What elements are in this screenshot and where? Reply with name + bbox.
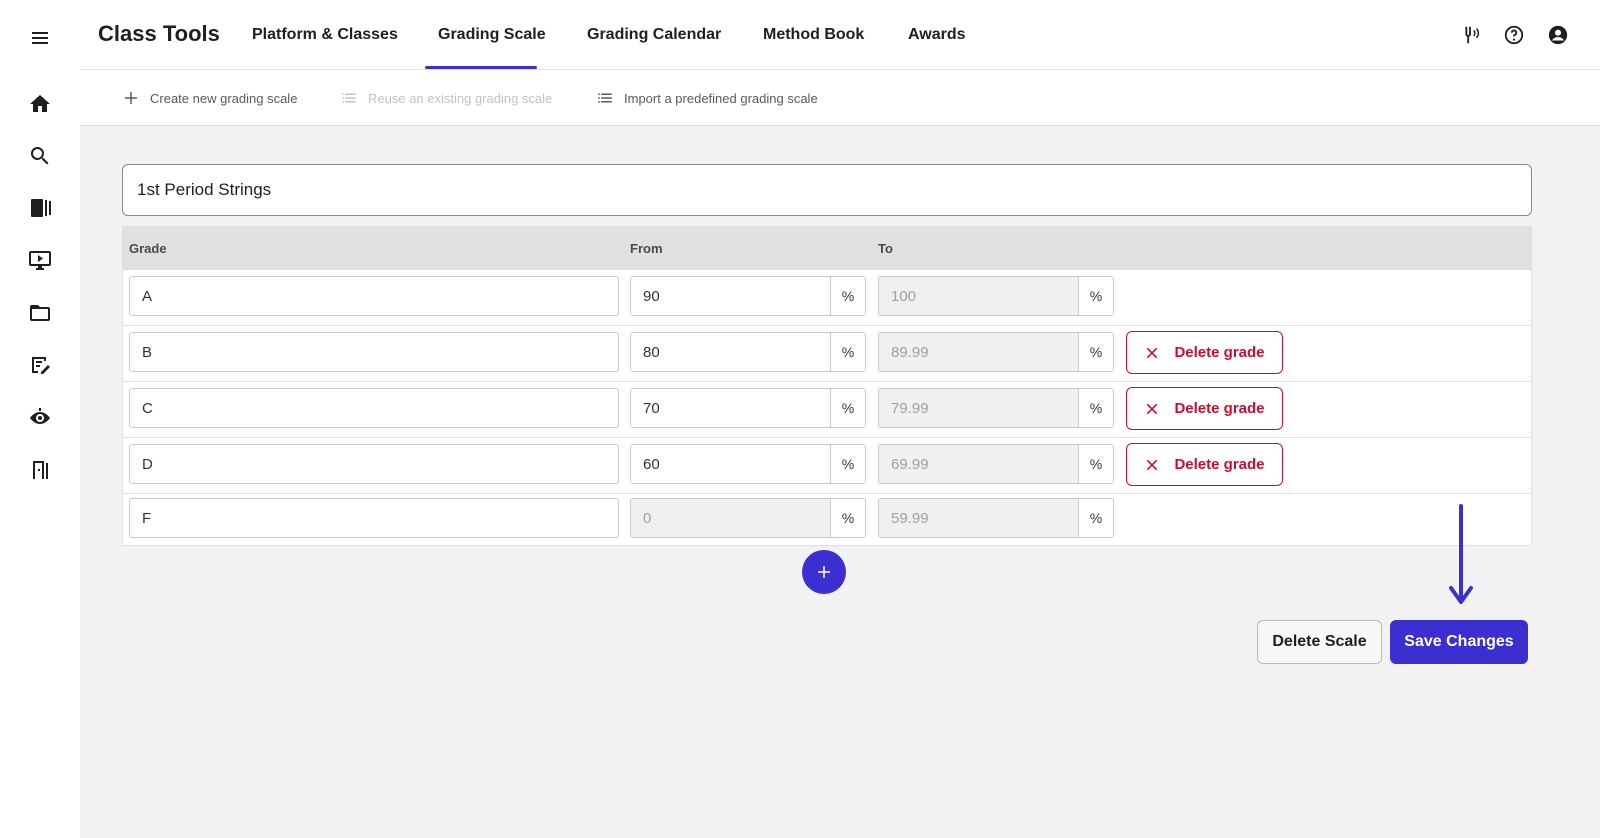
folder-icon[interactable] [22, 295, 58, 331]
tab-method-book[interactable]: Method Book [763, 26, 864, 44]
video-icon[interactable] [22, 242, 58, 278]
create-grading-scale-label: Create new grading scale [150, 90, 298, 106]
percent-suffix: % [1078, 276, 1114, 316]
delete-scale-button[interactable]: Delete Scale [1257, 620, 1382, 664]
tuning-fork-icon[interactable] [1457, 22, 1483, 48]
table-row: % % Delete grade [122, 438, 1532, 494]
grade-table: Grade From To % % % % De [122, 226, 1532, 546]
left-rail [0, 0, 80, 838]
percent-suffix: % [830, 276, 866, 316]
import-grading-scale-button[interactable]: Import a predefined grading scale [596, 89, 818, 107]
table-row: % % [122, 270, 1532, 326]
table-header: Grade From To [122, 226, 1532, 270]
grade-name-input[interactable] [129, 444, 619, 484]
search-icon[interactable] [22, 138, 58, 174]
percent-suffix: % [1078, 498, 1114, 538]
delete-grade-label: Delete grade [1174, 344, 1265, 361]
grade-from-input[interactable] [630, 276, 831, 316]
active-tab-indicator [425, 66, 537, 69]
grade-name-input[interactable] [129, 332, 619, 372]
arrow-down-icon [1449, 504, 1473, 604]
grade-to-input [878, 332, 1079, 372]
delete-grade-button[interactable]: Delete grade [1126, 331, 1283, 374]
plus-icon [818, 566, 830, 578]
plus-icon [125, 92, 137, 104]
grade-to-input [878, 276, 1079, 316]
delete-grade-label: Delete grade [1174, 456, 1265, 473]
tab-grading-scale[interactable]: Grading Scale [438, 26, 546, 44]
help-icon[interactable] [1501, 22, 1527, 48]
grade-name-input[interactable] [129, 498, 619, 538]
delete-grade-button[interactable]: Delete grade [1126, 387, 1283, 430]
grade-to-input [878, 388, 1079, 428]
library-icon[interactable] [22, 190, 58, 226]
tab-platform-classes[interactable]: Platform & Classes [252, 26, 398, 44]
import-grading-scale-label: Import a predefined grading scale [624, 90, 818, 106]
percent-suffix: % [830, 498, 866, 538]
create-grading-scale-button[interactable]: Create new grading scale [122, 89, 297, 107]
table-row: % % [122, 494, 1532, 546]
column-header-from: From [630, 241, 663, 256]
table-row: % % Delete grade [122, 382, 1532, 438]
assignment-icon[interactable] [22, 347, 58, 383]
percent-suffix: % [1078, 444, 1114, 484]
percent-suffix: % [830, 444, 866, 484]
grade-from-input [630, 498, 831, 538]
reuse-grading-scale-button: Reuse an existing grading scale [340, 89, 552, 107]
close-icon [1147, 347, 1158, 358]
grade-to-input [878, 444, 1079, 484]
delete-grade-button[interactable]: Delete grade [1126, 443, 1283, 486]
account-icon[interactable] [1545, 22, 1571, 48]
list-icon [342, 93, 356, 103]
tab-grading-calendar[interactable]: Grading Calendar [587, 26, 721, 44]
close-icon [1147, 403, 1158, 414]
sub-toolbar: Create new grading scale Reuse an existi… [80, 70, 1600, 126]
app-title: Class Tools [98, 21, 220, 46]
add-grade-button[interactable] [802, 550, 846, 594]
list-icon [598, 93, 612, 103]
top-bar: Class Tools Platform & Classes Grading S… [80, 0, 1600, 70]
grade-from-input[interactable] [630, 332, 831, 372]
grade-from-input[interactable] [630, 388, 831, 428]
delete-grade-label: Delete grade [1174, 400, 1265, 417]
grade-from-input[interactable] [630, 444, 831, 484]
observe-icon[interactable] [22, 400, 58, 436]
percent-suffix: % [1078, 332, 1114, 372]
home-icon[interactable] [22, 86, 58, 122]
percent-suffix: % [1078, 388, 1114, 428]
percent-suffix: % [830, 332, 866, 372]
tab-awards[interactable]: Awards [908, 26, 966, 44]
grade-to-input [878, 498, 1079, 538]
save-changes-button[interactable]: Save Changes [1390, 620, 1528, 664]
grade-name-input[interactable] [129, 276, 619, 316]
table-row: % % Delete grade [122, 326, 1532, 382]
exit-icon[interactable] [22, 452, 58, 488]
reuse-grading-scale-label: Reuse an existing grading scale [368, 90, 553, 106]
close-icon [1147, 459, 1158, 470]
column-header-to: To [878, 241, 893, 256]
main-content: Grade From To % % % % De [80, 126, 1600, 838]
scale-name-input[interactable] [122, 164, 1532, 216]
grade-name-input[interactable] [129, 388, 619, 428]
column-header-grade: Grade [129, 241, 167, 256]
app-window: Class Tools Platform & Classes Grading S… [0, 0, 1600, 838]
percent-suffix: % [830, 388, 866, 428]
menu-icon[interactable] [22, 20, 58, 56]
